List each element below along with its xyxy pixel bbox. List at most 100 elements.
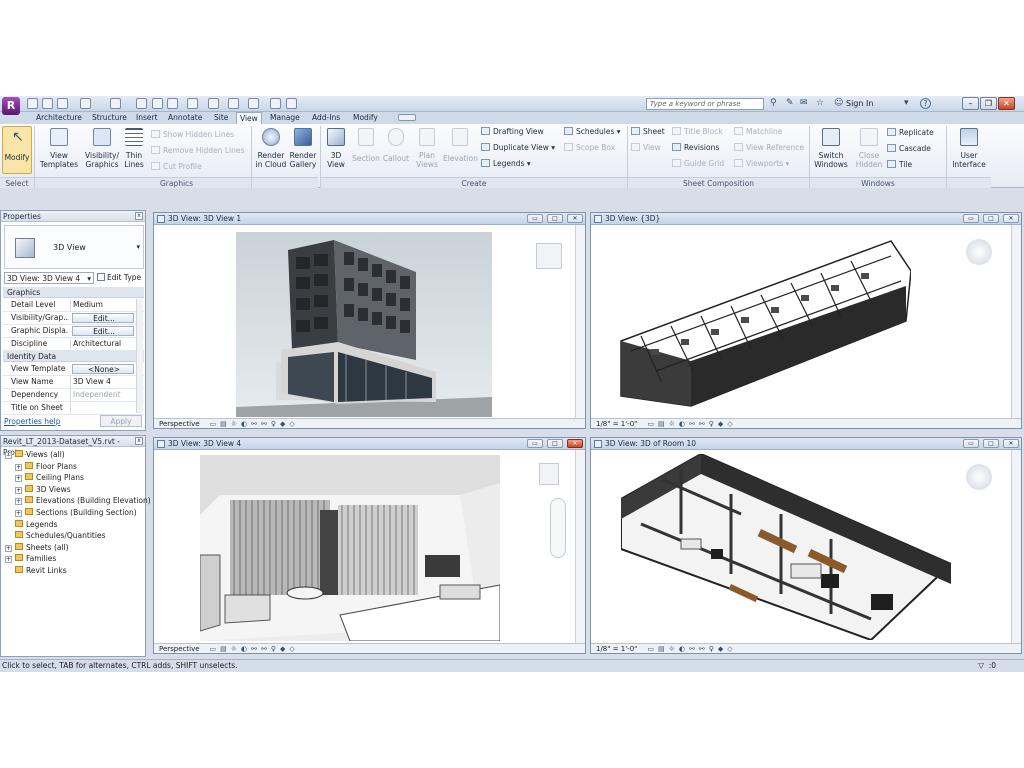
- tree-item[interactable]: + Elevations (Building Elevation): [5, 495, 151, 507]
- remove-hidden-lines-button[interactable]: Remove Hidden Lines: [151, 146, 244, 155]
- redo-icon[interactable]: [80, 98, 91, 109]
- cut-profile-button[interactable]: Cut Profile: [151, 162, 202, 171]
- expand-icon[interactable]: +: [15, 509, 22, 517]
- property-group-header[interactable]: Graphics: [3, 287, 144, 298]
- minimize-button[interactable]: –: [962, 97, 979, 110]
- close-icon[interactable]: x: [135, 437, 143, 445]
- property-edit-button[interactable]: <None>: [72, 364, 134, 374]
- expand-icon[interactable]: +: [15, 498, 22, 506]
- viewport-3d-view-1[interactable]: 3D View: 3D View 1 ▭ □ ✕ Perspective ▭▤☼◐⚯⚯…: [153, 212, 586, 429]
- vertical-scrollbar[interactable]: [1011, 450, 1021, 643]
- tree-item[interactable]: + Sections (Building Section): [5, 507, 151, 519]
- tab-annotate[interactable]: Annotate: [165, 112, 205, 124]
- instance-selector[interactable]: 3D View: 3D View 4 ▾: [4, 272, 94, 284]
- revisions-button[interactable]: Revisions: [672, 143, 719, 152]
- guide-grid-button[interactable]: Guide Grid: [672, 159, 724, 168]
- close-button[interactable]: ✕: [567, 214, 583, 223]
- viewport-3d-view-4[interactable]: 3D View: 3D View 4 ▭ □ ✕ Perspective ▭▤☼◐⚯⚯…: [153, 437, 586, 654]
- view-controls-icons[interactable]: ▭▤☼◐⚯⚯♀◆◇: [210, 420, 299, 428]
- minimize-button[interactable]: ▭: [527, 214, 543, 223]
- matchline-button[interactable]: Matchline: [734, 127, 782, 136]
- section-icon[interactable]: [208, 98, 219, 109]
- application-menu-button[interactable]: R: [2, 97, 20, 115]
- title-block-button[interactable]: Title Block: [672, 127, 723, 136]
- tree-item[interactable]: +3D Views: [5, 484, 151, 496]
- view-cube-icon[interactable]: [966, 239, 992, 265]
- property-value[interactable]: 3D View 4: [70, 376, 134, 388]
- property-value[interactable]: [70, 402, 134, 414]
- tree-item[interactable]: Revit Links: [5, 565, 151, 577]
- tab-architecture[interactable]: Architecture: [33, 112, 85, 124]
- expand-icon[interactable]: +: [5, 556, 12, 564]
- vertical-scrollbar[interactable]: [575, 225, 585, 418]
- viewports-button[interactable]: Viewports ▾: [734, 159, 789, 168]
- view-controls-icons[interactable]: ▭▤☼◐⚯⚯♀◆◇: [647, 420, 736, 428]
- view-button[interactable]: View: [631, 143, 661, 152]
- restore-button[interactable]: ❐: [980, 97, 997, 110]
- tab-add-ins[interactable]: Add-Ins: [309, 112, 343, 124]
- navigation-bar[interactable]: [550, 498, 566, 558]
- undo-icon[interactable]: [57, 98, 68, 109]
- subscription-icon[interactable]: ✎: [786, 98, 794, 108]
- callout-button[interactable]: Callout: [381, 126, 411, 174]
- thin-lines-button[interactable]: Thin Lines: [122, 126, 146, 174]
- property-value[interactable]: Medium: [70, 299, 134, 311]
- viewport-3d[interactable]: 3D View: {3D} ▭ □ ✕ 1/8" = 1'-0" ▭▤☼◐⚯⚯♀◆◇: [590, 212, 1022, 429]
- filter-icon[interactable]: ▽: [978, 660, 984, 672]
- tab-site[interactable]: Site: [211, 112, 231, 124]
- property-group-header[interactable]: Identity Data: [3, 351, 144, 362]
- view-cube-icon[interactable]: [966, 464, 992, 490]
- render-in-cloud-button[interactable]: Render in Cloud: [254, 126, 288, 174]
- tab-insert[interactable]: Insert: [133, 112, 161, 124]
- tree-item[interactable]: Schedules/Quantities: [5, 530, 151, 542]
- search-input[interactable]: Type a keyword or phrase: [646, 98, 764, 110]
- replicate-button[interactable]: Replicate: [887, 128, 934, 137]
- qat-dropdown-icon[interactable]: [286, 98, 297, 109]
- legends-button[interactable]: Legends ▾: [481, 159, 531, 168]
- expand-icon[interactable]: +: [15, 475, 22, 483]
- properties-scrollbar[interactable]: [136, 299, 143, 413]
- ribbon-minimize-toggle[interactable]: [398, 114, 416, 121]
- sign-in-link[interactable]: Sign In: [846, 99, 873, 108]
- favorites-icon[interactable]: ☆: [816, 98, 824, 108]
- view-controls-icons[interactable]: ▭▤☼◐⚯⚯♀◆◇: [647, 645, 736, 653]
- tree-item[interactable]: − Views (all): [5, 449, 151, 461]
- steering-wheel-icon[interactable]: [536, 243, 562, 269]
- scope-box-button[interactable]: Scope Box: [564, 143, 615, 152]
- cascade-button[interactable]: Cascade: [887, 144, 931, 153]
- text-icon[interactable]: [167, 98, 178, 109]
- thin-lines-icon[interactable]: [228, 98, 239, 109]
- binoculars-icon[interactable]: ⚲: [770, 98, 777, 108]
- vertical-scrollbar[interactable]: [1011, 225, 1021, 418]
- tree-item[interactable]: + Floor Plans: [5, 461, 151, 473]
- close-icon[interactable]: x: [135, 212, 143, 220]
- visibility-graphics-button[interactable]: Visibility/ Graphics: [82, 126, 122, 174]
- close-button[interactable]: ✕: [1003, 214, 1019, 223]
- properties-help-link[interactable]: Properties help: [4, 417, 61, 426]
- tree-item[interactable]: + Families: [5, 553, 151, 565]
- tag-icon[interactable]: [152, 98, 163, 109]
- collapse-icon[interactable]: −: [5, 452, 12, 459]
- close-hidden-button[interactable]: Close Hidden: [853, 126, 885, 174]
- property-value[interactable]: Architectural: [70, 338, 134, 350]
- tree-item[interactable]: Legends: [5, 519, 151, 531]
- maximize-button[interactable]: □: [983, 439, 999, 448]
- tab-structure[interactable]: Structure: [89, 112, 130, 124]
- drafting-view-button[interactable]: Drafting View: [481, 127, 544, 136]
- switch-windows-icon[interactable]: [270, 98, 281, 109]
- minimize-button[interactable]: ▭: [963, 439, 979, 448]
- duplicate-view-button[interactable]: Duplicate View ▾: [481, 143, 555, 152]
- type-selector[interactable]: 3D View ▾: [4, 225, 144, 269]
- expand-icon[interactable]: +: [15, 463, 22, 471]
- view-controls-icons[interactable]: ▭▤☼◐⚯⚯♀◆◇: [210, 645, 299, 653]
- tile-button[interactable]: Tile: [887, 160, 912, 169]
- switch-windows-button[interactable]: Switch Windows: [813, 126, 849, 174]
- close-hidden-icon[interactable]: [248, 98, 259, 109]
- minimize-button[interactable]: ▭: [963, 214, 979, 223]
- schedules-button[interactable]: Schedules ▾: [564, 127, 621, 136]
- maximize-button[interactable]: □: [983, 214, 999, 223]
- view-templates-button[interactable]: View Templates: [38, 126, 80, 174]
- close-button[interactable]: ✕: [1003, 439, 1019, 448]
- expand-icon[interactable]: +: [15, 486, 22, 494]
- measure-icon[interactable]: [110, 98, 121, 109]
